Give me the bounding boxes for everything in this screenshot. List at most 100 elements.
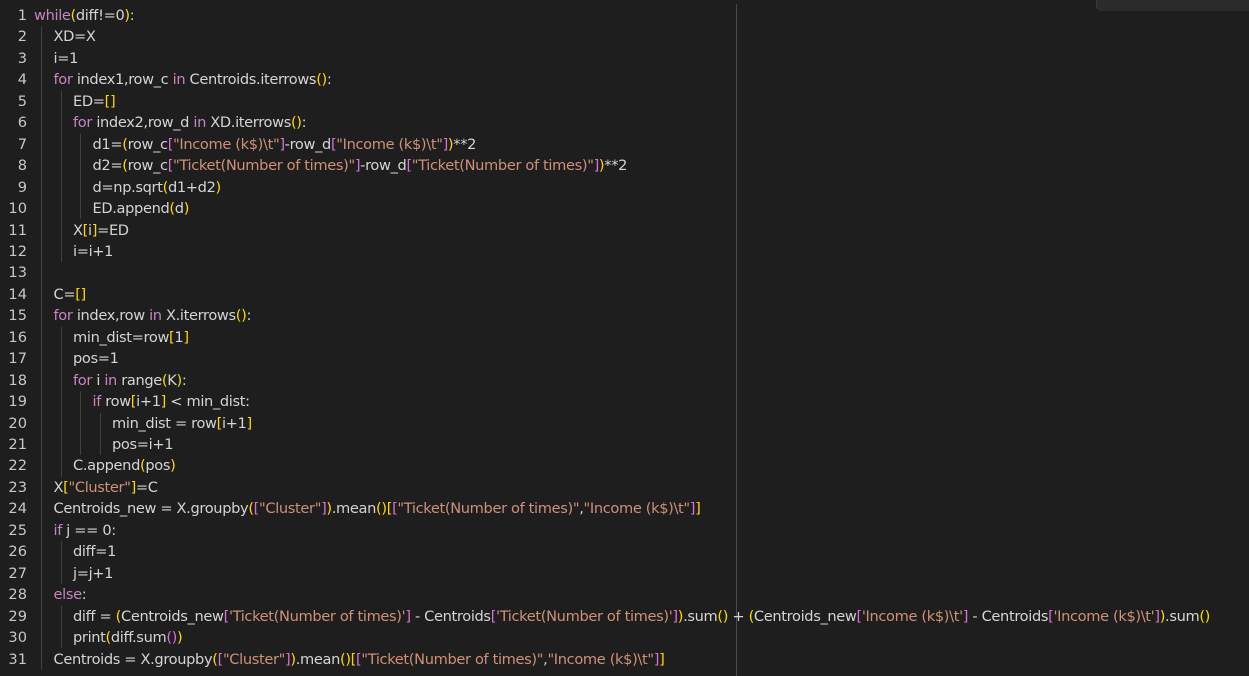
code-line[interactable]: 24 Centroids_new = X.groupby(["Cluster"])… [0, 498, 1249, 519]
code-line[interactable]: 23 X["Cluster"]=C [0, 477, 1249, 498]
code-token: XD.iterrows [205, 114, 291, 132]
code-line[interactable]: 1 while(diff!=0): [0, 5, 1249, 26]
code-line[interactable]: 7 d1=(row_c["Income (k$)\t"]-row_d["Incom… [0, 134, 1249, 155]
code-editor[interactable]: 1 while(diff!=0): 2 XD=X 3 i=1 4 for index1,row… [0, 0, 1249, 676]
code-line[interactable]: 12 i=i+1 [0, 241, 1249, 262]
code-token: in [104, 371, 117, 389]
code-text: print(diff.sum()) [73, 627, 183, 648]
code-token: ) [183, 200, 190, 218]
code-token: d2= [92, 157, 123, 175]
code-token: 'Ticket(Number of times)' [496, 607, 673, 625]
code-token: () [717, 607, 729, 625]
code-token: ED.append [92, 200, 170, 218]
code-token: "Ticket(Number of times)" [361, 650, 544, 668]
code-line[interactable]: 27 j=j+1 [0, 563, 1249, 584]
code-line[interactable]: 13 [0, 262, 1249, 283]
line-number: 22 [8, 457, 27, 475]
code-line[interactable]: 18 for i in range(K): [0, 370, 1249, 391]
code-token: for [73, 371, 93, 389]
code-line[interactable]: 30 print(diff.sum()) [0, 627, 1249, 648]
code-text: ED=[] [73, 91, 116, 112]
code-line[interactable]: 5 ED=[] [0, 91, 1249, 112]
code-token: () [290, 114, 302, 132]
code-token: "Income (k$)\t" [173, 135, 280, 153]
code-text: if row[i+1] < min_dist: [93, 391, 251, 412]
code-token: Centroids = X.groupby [53, 650, 213, 668]
line-number: 27 [8, 564, 27, 582]
code-line[interactable]: 11 X[i]=ED [0, 220, 1249, 241]
line-number: 28 [8, 586, 27, 604]
code-line[interactable]: 3 i=1 [0, 48, 1249, 69]
code-token: Centroids_new = X.groupby [53, 500, 249, 518]
code-text: min_dist=row[1] [73, 327, 189, 348]
code-text: diff = (Centroids_new['Ticket(Number of … [73, 606, 1210, 627]
line-number: 16 [8, 328, 27, 346]
code-token: ] [659, 650, 665, 668]
code-token: .sum [683, 607, 718, 625]
code-token: =C [135, 478, 158, 496]
line-number: 15 [8, 307, 27, 325]
line-number: 4 [17, 71, 27, 89]
code-line[interactable]: 14 C=[] [0, 284, 1249, 305]
code-line[interactable]: 22 C.append(pos) [0, 455, 1249, 476]
code-line[interactable]: 20 min_dist = row[i+1] [0, 413, 1249, 434]
code-line[interactable]: 15 for index,row in X.iterrows(): [0, 305, 1249, 326]
code-token: row [101, 393, 131, 411]
code-token: print [73, 629, 106, 647]
code-line[interactable]: 29 diff = (Centroids_new['Ticket(Number o… [0, 606, 1249, 627]
line-number: 18 [8, 371, 27, 389]
code-token: diff.sum [110, 629, 167, 647]
code-token: in [149, 307, 162, 325]
line-number: 9 [17, 178, 27, 196]
code-token: =ED [97, 221, 129, 239]
line-number: 12 [8, 242, 27, 260]
code-token: Centroids_new [753, 607, 857, 625]
indent-guide [80, 391, 81, 456]
indent-guide [60, 605, 62, 649]
line-number: 17 [8, 350, 27, 368]
line-number: 7 [17, 135, 27, 153]
code-token: () [235, 307, 247, 325]
code-line[interactable]: 25 if j == 0: [0, 520, 1249, 541]
code-token: index,row [72, 307, 150, 325]
code-token: "Income (k$)\t" [336, 135, 443, 153]
code-line[interactable]: 21 pos=i+1 [0, 434, 1249, 455]
code-line[interactable]: 8 d2=(row_c["Ticket(Number of times)"]-ro… [0, 155, 1249, 176]
code-token: ) [177, 629, 183, 647]
code-token: 'Ticket(Number of times)' [228, 607, 406, 625]
line-number: 25 [8, 521, 27, 539]
code-line[interactable]: 28 else: [0, 584, 1249, 605]
code-text: Centroids_new = X.groupby(["Cluster"]).m… [54, 498, 701, 519]
code-line[interactable]: 4 for index1,row_c in Centroids.iterrows(… [0, 69, 1249, 90]
code-line[interactable]: 10 ED.append(d) [0, 198, 1249, 219]
code-text: X["Cluster"]=C [54, 477, 158, 498]
code-text: ED.append(d) [93, 198, 190, 219]
code-line[interactable]: 9 d=np.sqrt(d1+d2) [0, 177, 1249, 198]
code-token: range [116, 371, 162, 389]
code-token: index2,row_d [92, 114, 194, 132]
indent-guide [60, 90, 62, 263]
line-number: 20 [8, 414, 27, 432]
code-line[interactable]: 2 XD=X [0, 26, 1249, 47]
code-text: i=1 [54, 48, 79, 69]
code-line[interactable]: 19 if row[i+1] < min_dist: [0, 391, 1249, 412]
line-number: 19 [8, 393, 27, 411]
code-text: else: [54, 584, 87, 605]
code-line[interactable]: 31 Centroids = X.groupby(["Cluster"]).mea… [0, 649, 1249, 670]
code-token: for [73, 114, 93, 132]
code-token: X [73, 221, 83, 239]
code-line[interactable]: 6 for index2,row_d in XD.iterrows(): [0, 112, 1249, 133]
code-text: if j == 0: [54, 520, 117, 541]
code-token: in [172, 71, 186, 89]
line-number: 6 [17, 114, 27, 132]
code-line[interactable]: 26 diff=1 [0, 541, 1249, 562]
line-number: 24 [8, 500, 27, 518]
line-number: 29 [8, 607, 27, 625]
code-token: ED= [73, 92, 105, 110]
code-token: **2 [604, 157, 628, 175]
code-text: d1=(row_c["Income (k$)\t"]-row_d["Income… [93, 134, 477, 155]
code-line[interactable]: 16 min_dist=row[1] [0, 327, 1249, 348]
indent-guide [60, 326, 62, 477]
code-token: j == 0: [62, 521, 116, 539]
code-line[interactable]: 17 pos=1 [0, 348, 1249, 369]
